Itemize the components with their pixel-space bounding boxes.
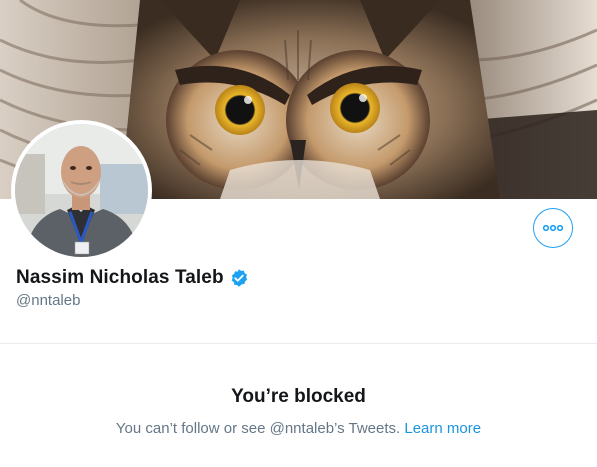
- learn-more-link[interactable]: Learn more: [404, 420, 481, 437]
- avatar-photo: [15, 124, 148, 257]
- verified-badge-icon: [229, 268, 249, 288]
- display-name: Nassim Nicholas Taleb: [16, 267, 224, 288]
- blocked-message: You can’t follow or see @nntaleb’s Tweet…: [0, 420, 597, 437]
- more-options-button[interactable]: [533, 208, 573, 248]
- profile-name-row: Nassim Nicholas Taleb: [16, 266, 249, 290]
- more-horizontal-icon: [543, 224, 563, 232]
- section-divider: [0, 343, 597, 344]
- blocked-message-text: You can’t follow or see @nntaleb’s Tweet…: [115, 420, 401, 437]
- profile-handle: @nntaleb: [16, 292, 81, 309]
- profile-avatar[interactable]: [11, 120, 152, 261]
- blocked-title: You’re blocked: [231, 386, 366, 407]
